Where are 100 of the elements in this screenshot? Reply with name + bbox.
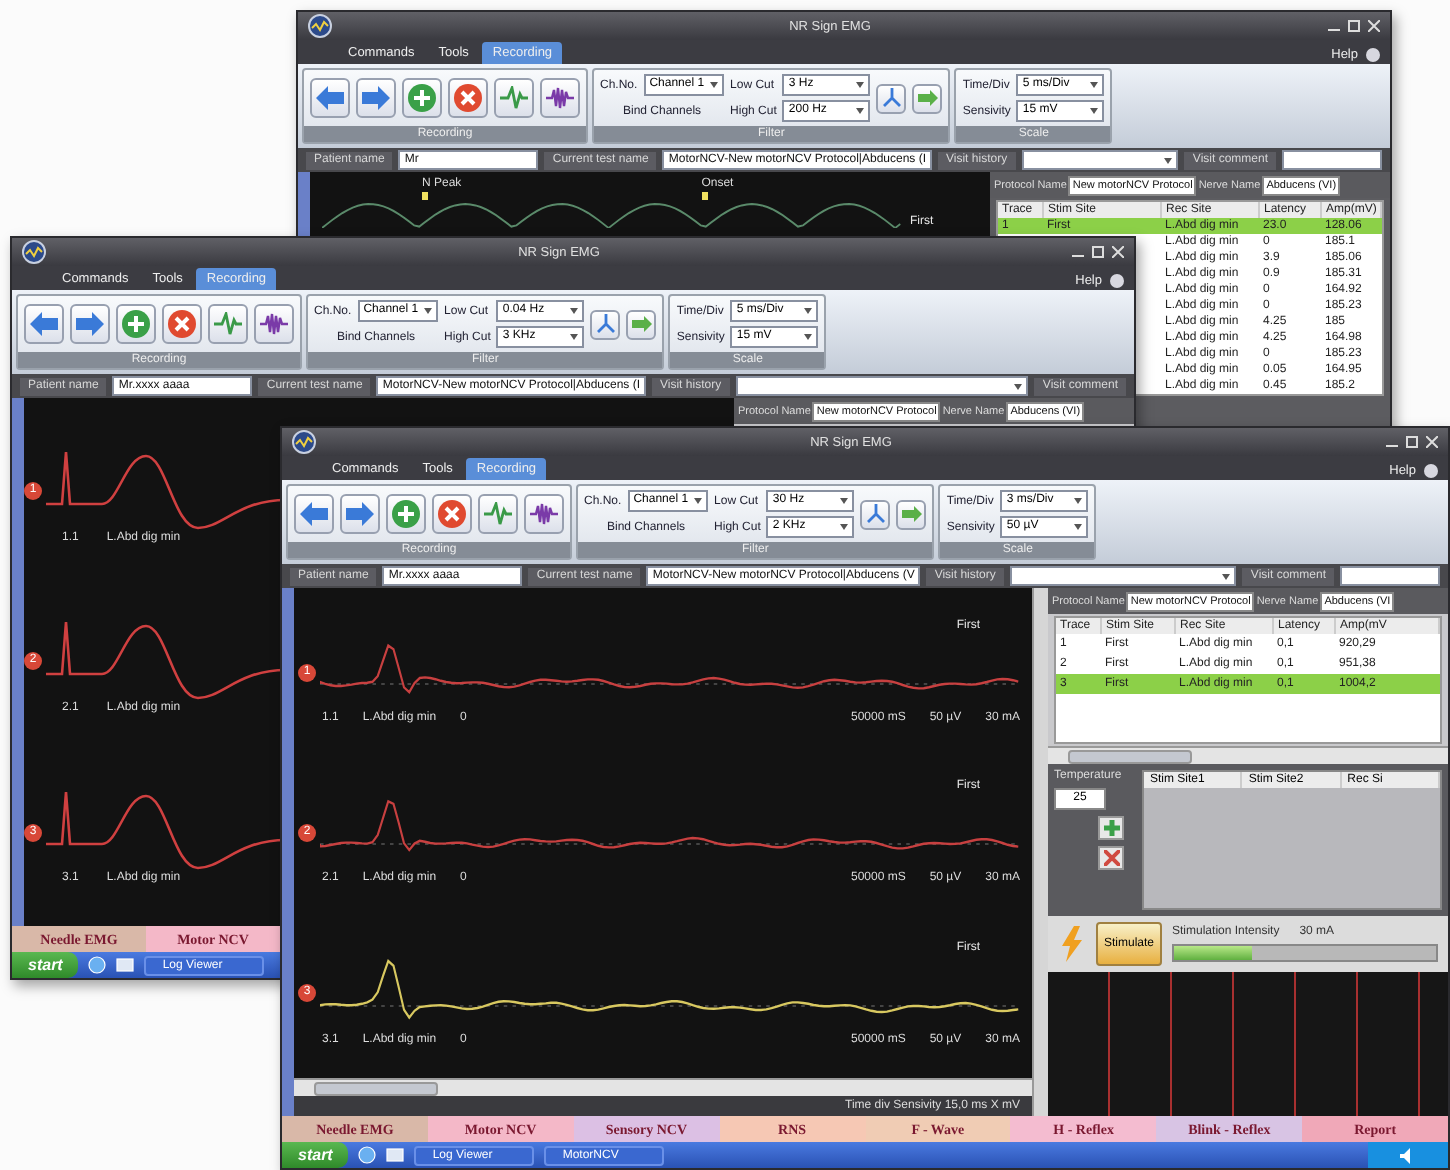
caret-icon (424, 308, 433, 314)
arrow-right-icon (346, 502, 374, 526)
add-button[interactable] (386, 494, 426, 534)
apply-button[interactable] (896, 499, 927, 529)
add-button[interactable] (402, 78, 442, 118)
app-logo-icon (22, 240, 46, 264)
caret-icon (856, 108, 865, 114)
caret-icon (570, 334, 579, 340)
scrollbar[interactable] (1032, 588, 1048, 1116)
maximize-icon[interactable] (1092, 246, 1104, 258)
caret-icon (1090, 108, 1099, 114)
burst-wave-icon (546, 86, 574, 110)
caret-icon (1164, 157, 1173, 163)
caret-icon (804, 334, 813, 340)
caret-icon (1222, 573, 1231, 579)
scrollbar[interactable] (294, 1078, 1032, 1096)
forward-button[interactable] (356, 78, 396, 118)
filter-button[interactable] (590, 309, 621, 339)
forward-button[interactable] (70, 304, 110, 344)
dropdown-field[interactable] (1021, 150, 1179, 170)
caret-icon (840, 524, 849, 530)
window-icon[interactable] (116, 956, 135, 974)
caret-icon (1074, 524, 1083, 530)
burst-button[interactable] (254, 304, 294, 344)
marker-icon[interactable] (422, 192, 428, 200)
waveform-button[interactable] (478, 494, 518, 534)
arrow-left-icon (30, 312, 58, 336)
burst-wave-icon (530, 502, 558, 526)
waveform-icon (484, 502, 512, 526)
input-field[interactable] (1282, 150, 1382, 170)
arrow-left-icon (300, 502, 328, 526)
caret-icon (570, 308, 579, 314)
help-icon (1110, 274, 1124, 288)
speaker-icon[interactable] (1400, 1147, 1416, 1163)
arrow-right-icon (362, 86, 390, 110)
help-icon (1366, 48, 1380, 62)
caret-icon (804, 308, 813, 314)
waveform-button[interactable] (208, 304, 248, 344)
scroll-thumb[interactable] (1068, 749, 1192, 763)
window-icon[interactable] (386, 1146, 405, 1164)
dropdown-field[interactable] (735, 376, 1029, 396)
maximize-icon[interactable] (1406, 436, 1418, 448)
plus-icon (1103, 820, 1119, 836)
burst-button[interactable] (524, 494, 564, 534)
arrow-right-icon (631, 316, 652, 332)
waveform-icon (500, 86, 528, 110)
delete-button[interactable] (162, 304, 202, 344)
branch-icon (595, 314, 616, 334)
delete-button[interactable] (1098, 846, 1124, 870)
arrow-right-icon (901, 506, 922, 522)
delete-icon (454, 84, 482, 112)
burst-wave-icon (260, 312, 288, 336)
delete-button[interactable] (448, 78, 488, 118)
branch-icon (865, 504, 886, 524)
close-icon[interactable] (1426, 436, 1438, 448)
maximize-icon[interactable] (1348, 20, 1360, 32)
apply-button[interactable] (626, 309, 657, 339)
caret-icon (1014, 383, 1023, 389)
filter-button[interactable] (860, 499, 891, 529)
add-button[interactable] (116, 304, 156, 344)
app-logo-icon (292, 430, 316, 454)
close-icon[interactable] (1112, 246, 1124, 258)
input-field[interactable] (1340, 566, 1440, 586)
scrollbar[interactable] (1048, 746, 1448, 764)
caret-icon (840, 498, 849, 504)
burst-button[interactable] (540, 78, 580, 118)
globe-icon[interactable] (88, 956, 107, 974)
back-button[interactable] (310, 78, 350, 118)
arrow-right-icon (76, 312, 104, 336)
plus-icon (408, 84, 436, 112)
close-icon[interactable] (1368, 20, 1380, 32)
help-icon (1424, 464, 1438, 478)
filter-button[interactable] (876, 83, 907, 113)
branch-icon (881, 88, 902, 108)
close-icon (1103, 850, 1119, 866)
back-button[interactable] (24, 304, 64, 344)
marker-icon[interactable] (701, 192, 708, 200)
caret-icon (1090, 82, 1099, 88)
plus-icon (122, 310, 150, 338)
delete-button[interactable] (432, 494, 472, 534)
app-logo-icon (308, 14, 332, 38)
waveform-button[interactable] (494, 78, 534, 118)
caret-icon (1074, 498, 1083, 504)
waveform-icon (214, 312, 242, 336)
forward-button[interactable] (340, 494, 380, 534)
apply-button[interactable] (912, 83, 943, 113)
arrow-left-icon (316, 86, 344, 110)
globe-icon[interactable] (358, 1146, 377, 1164)
scroll-thumb[interactable] (314, 1081, 438, 1095)
caret-icon (710, 82, 719, 88)
dropdown-field[interactable] (1009, 566, 1237, 586)
lightning-icon (1058, 926, 1086, 962)
plus-icon (392, 500, 420, 528)
arrow-right-icon (917, 90, 938, 106)
delete-icon (168, 310, 196, 338)
add-button[interactable] (1098, 816, 1124, 840)
caret-icon (856, 82, 865, 88)
caret-icon (694, 498, 703, 504)
delete-icon (438, 500, 466, 528)
back-button[interactable] (294, 494, 334, 534)
